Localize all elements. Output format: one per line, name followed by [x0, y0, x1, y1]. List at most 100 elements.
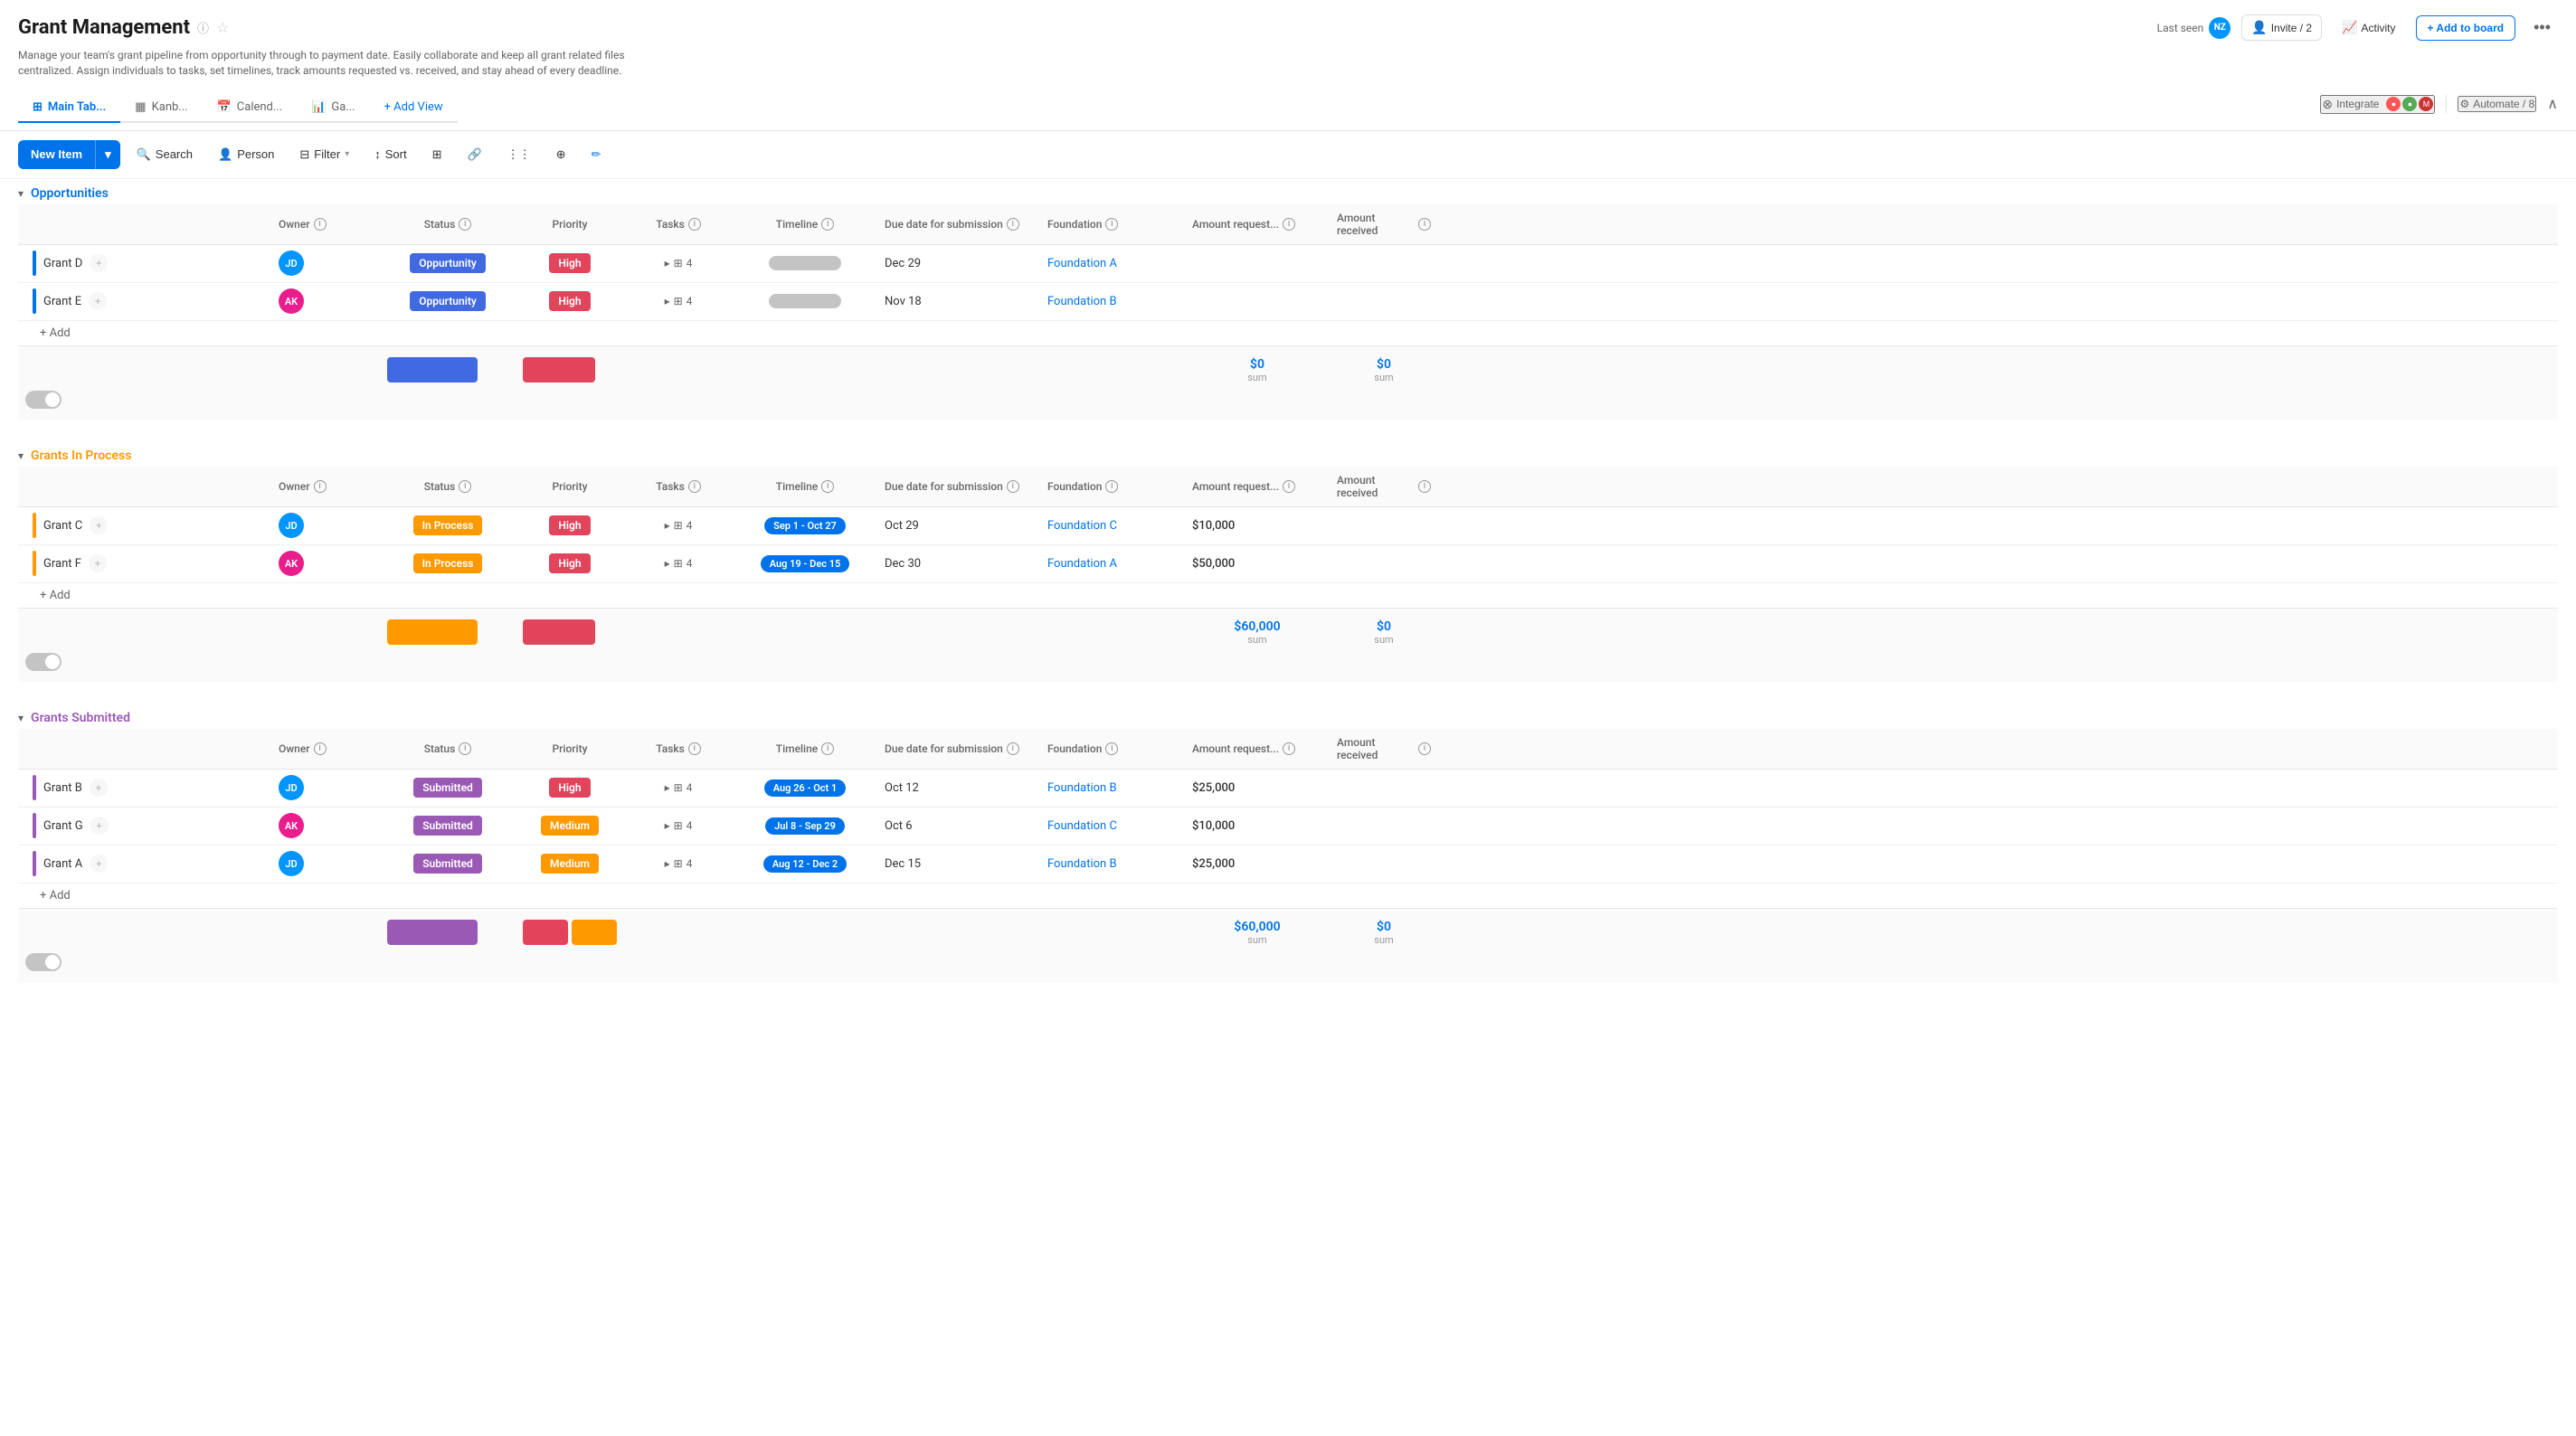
priority-grant-c[interactable]: High [516, 510, 624, 541]
foundation-link-grant-e[interactable]: Foundation B [1047, 295, 1117, 308]
add-row-opportunities[interactable]: + Add [18, 321, 2558, 345]
columns-button[interactable]: ⋮⋮ [498, 142, 540, 167]
awarded-toggle-ip[interactable] [25, 653, 62, 671]
status-grant-b[interactable]: Submitted [380, 772, 516, 803]
add-person-grant-a[interactable]: + [90, 855, 108, 873]
info-icon[interactable]: ⓘ [197, 19, 209, 36]
status-info-icon[interactable]: i [459, 218, 471, 231]
add-person-grant-e[interactable]: + [89, 292, 107, 310]
tab-gantt[interactable]: 📊 Ga... [297, 93, 369, 123]
timeline-info-sub[interactable]: i [821, 742, 834, 755]
timeline-info-ip[interactable]: i [821, 480, 834, 493]
status-grant-d[interactable]: Oppurtunity [380, 248, 516, 279]
foundation-link-grant-d[interactable]: Foundation A [1047, 257, 1117, 270]
tasks-info-sub[interactable]: i [688, 742, 701, 755]
status-grant-a[interactable]: Submitted [380, 848, 516, 879]
task-expand-icon[interactable]: ▸ [665, 857, 670, 870]
search-button[interactable]: 🔍 Search [128, 142, 202, 167]
foundation-link-grant-f[interactable]: Foundation A [1047, 557, 1117, 571]
amount-req-info-ip[interactable]: i [1283, 480, 1295, 493]
task-expand-icon[interactable]: ▸ [665, 257, 670, 269]
amount-req-info-icon[interactable]: i [1283, 218, 1295, 231]
foundation-info-ip[interactable]: i [1105, 480, 1118, 493]
group-collapse-in-process[interactable]: ▾ [18, 449, 24, 462]
status-info-sub[interactable]: i [459, 742, 471, 755]
tasks-info-icon[interactable]: i [688, 218, 701, 231]
person-button[interactable]: 👤 Person [209, 142, 283, 167]
tab-add-view[interactable]: + Add View [370, 93, 458, 123]
row-height-button[interactable]: ⊞ [423, 142, 451, 167]
foundation-info-sub[interactable]: i [1105, 742, 1118, 755]
due-date-info-icon[interactable]: i [1007, 218, 1019, 231]
foundation-info-icon[interactable]: i [1105, 218, 1118, 231]
owner-info-sub[interactable]: i [314, 742, 327, 755]
group-collapse-submitted[interactable]: ▾ [18, 712, 24, 724]
add-row-submitted[interactable]: + Add [18, 883, 2558, 908]
link-button[interactable]: 🔗 [458, 142, 490, 167]
add-to-board-button[interactable]: + Add to board [2416, 15, 2516, 41]
priority-grant-a[interactable]: Medium [516, 848, 624, 879]
tab-main-table[interactable]: ⊞ Main Tab... [18, 93, 120, 123]
sort-button[interactable]: ↕ Sort [365, 142, 415, 166]
add-person-grant-f[interactable]: + [89, 554, 107, 572]
add-row-in-process[interactable]: + Add [18, 583, 2558, 608]
tab-kanban[interactable]: ▦ Kanb... [120, 93, 202, 123]
owner-info-ip[interactable]: i [314, 480, 327, 493]
due-date-info-sub[interactable]: i [1007, 742, 1019, 755]
timeline-info-icon[interactable]: i [821, 218, 834, 231]
foundation-link-grant-a[interactable]: Foundation B [1047, 857, 1117, 871]
sum-toggle-opp[interactable] [18, 387, 271, 412]
task-expand-icon[interactable]: ▸ [665, 519, 670, 532]
pencil-button[interactable]: ✏ [582, 142, 611, 167]
foundation-grant-b[interactable]: Foundation B [1040, 776, 1185, 800]
priority-grant-f[interactable]: High [516, 548, 624, 579]
task-expand-icon[interactable]: ▸ [665, 819, 670, 832]
amount-rec-info-icon[interactable]: i [1418, 218, 1431, 231]
task-expand-icon[interactable]: ▸ [665, 295, 670, 307]
integrate-button[interactable]: ⊗ Integrate ● ● M [2320, 95, 2435, 114]
status-grant-c[interactable]: In Process [380, 510, 516, 541]
automate-button[interactable]: ⚙ Automate / 8 [2458, 96, 2536, 112]
sum-toggle-ip[interactable] [18, 649, 271, 675]
priority-grant-e[interactable]: High [516, 286, 624, 316]
status-info-ip[interactable]: i [459, 480, 471, 493]
activity-button[interactable]: 📈 Activity [2333, 15, 2404, 40]
foundation-grant-a[interactable]: Foundation B [1040, 852, 1185, 876]
due-date-info-ip[interactable]: i [1007, 480, 1019, 493]
status-grant-g[interactable]: Submitted [380, 810, 516, 841]
foundation-grant-c[interactable]: Foundation C [1040, 514, 1185, 538]
awarded-toggle-sub[interactable] [25, 953, 62, 971]
amount-rec-info-ip[interactable]: i [1418, 480, 1431, 493]
add-person-grant-c[interactable]: + [90, 516, 108, 534]
add-person-grant-b[interactable]: + [90, 779, 108, 797]
foundation-link-grant-c[interactable]: Foundation C [1047, 519, 1117, 533]
amount-req-info-sub[interactable]: i [1283, 742, 1295, 755]
task-expand-icon[interactable]: ▸ [665, 781, 670, 794]
filter-button[interactable]: ⊟ Filter ▾ [290, 142, 358, 167]
group-collapse-opportunities[interactable]: ▾ [18, 187, 24, 200]
more-options-toolbar-button[interactable]: ⊕ [547, 142, 575, 167]
new-item-button[interactable]: New Item ▾ [18, 140, 120, 169]
priority-grant-d[interactable]: High [516, 248, 624, 279]
foundation-link-grant-g[interactable]: Foundation C [1047, 819, 1117, 833]
task-expand-icon[interactable]: ▸ [665, 557, 670, 570]
tab-calendar[interactable]: 📅 Calend... [203, 93, 298, 123]
more-options-button[interactable]: ••• [2526, 14, 2558, 41]
new-item-dropdown-arrow[interactable]: ▾ [95, 140, 120, 169]
tasks-info-ip[interactable]: i [688, 480, 701, 493]
foundation-grant-f[interactable]: Foundation A [1040, 552, 1185, 576]
star-icon[interactable]: ☆ [216, 19, 229, 36]
owner-info-icon[interactable]: i [314, 218, 327, 231]
priority-grant-b[interactable]: High [516, 772, 624, 803]
add-person-grant-d[interactable]: + [90, 254, 108, 272]
amount-rec-info-sub[interactable]: i [1418, 742, 1431, 755]
priority-grant-g[interactable]: Medium [516, 810, 624, 841]
foundation-grant-e[interactable]: Foundation B [1040, 289, 1185, 314]
foundation-link-grant-b[interactable]: Foundation B [1047, 781, 1117, 795]
foundation-grant-g[interactable]: Foundation C [1040, 814, 1185, 838]
add-person-grant-g[interactable]: + [90, 817, 109, 835]
awarded-toggle-opp[interactable] [25, 391, 62, 409]
collapse-button[interactable]: ∧ [2547, 95, 2558, 113]
status-grant-f[interactable]: In Process [380, 548, 516, 579]
foundation-grant-d[interactable]: Foundation A [1040, 251, 1185, 276]
